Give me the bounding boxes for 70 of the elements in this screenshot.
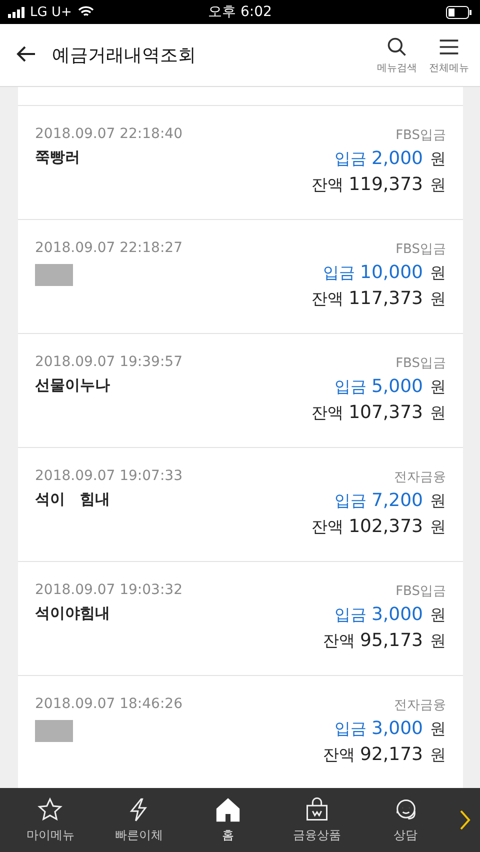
deposit-amount: 5,000 [371,376,423,397]
currency-unit: 원 [430,719,446,740]
transaction-datetime: 2018.09.07 19:03:32 [35,582,184,600]
currency-unit: 원 [430,149,446,170]
menu-search-button[interactable]: 메뉴검색 [374,36,420,74]
transaction-type: FBS입금 [394,241,446,259]
shopping-bag-icon [304,796,330,822]
search-icon [386,36,408,58]
page-title: 예금거래내역조회 [52,44,197,67]
nav-tab[interactable]: 마이메뉴 [6,796,95,844]
wifi-icon [78,6,94,18]
star-icon [37,796,64,822]
currency-unit: 원 [430,517,446,538]
clock-time: 오후 6:02 [208,3,272,21]
deposit-label: 입금 [334,377,366,398]
transaction-datetime: 2018.09.07 22:18:27 [35,240,184,258]
balance-amount: 119,373 [348,174,423,195]
currency-unit: 원 [430,631,446,652]
counterparty-name: 선물이누나 [35,376,111,396]
transaction-type: 전자금융 [393,697,446,715]
transaction-datetime: 2018.09.07 22:18:40 [35,126,184,144]
balance-label: 잔액 [312,403,344,424]
balance-amount: 102,373 [348,516,423,537]
currency-unit: 원 [430,403,446,424]
balance-label: 잔액 [312,175,344,196]
balance-amount: 107,373 [348,402,423,423]
full-menu-button[interactable]: 전체메뉴 [426,36,472,74]
transaction-datetime: 2018.09.07 19:39:57 [35,354,184,372]
transaction-type: FBS입금 [394,583,446,601]
balance-label: 잔액 [323,631,356,652]
signal-icon [8,6,26,18]
transaction-type: 전자금융 [393,469,446,487]
currency-unit: 원 [430,175,446,196]
deposit-amount: 3,000 [371,604,423,625]
currency-unit: 원 [430,745,446,766]
balance-amount: 92,173 [360,744,423,765]
deposit-label: 입금 [323,263,356,284]
balance-amount: 95,173 [360,630,423,651]
balance-label: 잔액 [312,289,344,310]
currency-unit: 원 [430,377,446,398]
nav-tab[interactable]: 홈 [184,796,272,844]
counterparty-name: 석이야힘내 [35,604,111,624]
chevron-right-icon [458,808,472,832]
nav-tab[interactable]: 금융상품 [272,796,362,844]
currency-unit: 원 [430,289,446,310]
counterparty-name: 석이 힘내 [35,490,111,510]
carrier-name: LG U+ [30,4,72,20]
deposit-amount: 3,000 [371,718,423,739]
transaction-datetime: 2018.09.07 19:07:33 [35,468,184,486]
nav-tab[interactable]: 빠른이체 [94,796,184,844]
deposit-label: 입금 [334,149,366,170]
transaction-type: FBS입금 [394,127,446,145]
deposit-amount: 2,000 [371,148,423,169]
balance-label: 잔액 [312,517,344,538]
home-icon [214,796,241,822]
counterparty-name: 쭉빵러 [35,148,81,168]
deposit-label: 입금 [334,605,366,626]
deposit-amount: 10,000 [360,262,423,283]
currency-unit: 원 [430,605,446,626]
deposit-amount: 7,200 [371,490,423,511]
transaction-datetime: 2018.09.07 18:46:26 [35,696,184,714]
currency-unit: 원 [430,491,446,512]
transaction-type: FBS입금 [394,355,446,373]
balance-label: 잔액 [323,745,356,766]
nav-tab[interactable]: 상담 [361,796,450,844]
deposit-label: 입금 [334,719,366,740]
deposit-label: 입금 [334,491,366,512]
battery-icon [446,6,472,18]
balance-amount: 117,373 [348,288,423,309]
currency-unit: 원 [430,263,446,284]
